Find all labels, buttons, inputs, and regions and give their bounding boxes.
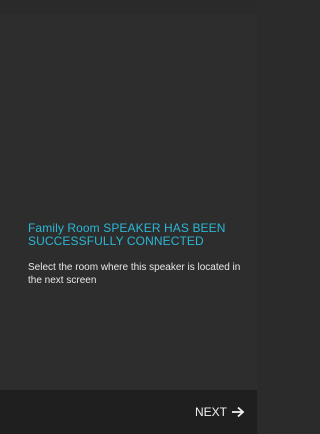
instruction-text: Select the room where this speaker is lo…: [28, 262, 241, 286]
next-button-label: NEXT: [194, 405, 227, 419]
footer-bar: NEXT: [0, 390, 257, 434]
next-button[interactable]: NEXT: [193, 400, 247, 424]
speaker-setup-screen: Family Room SPEAKER HAS BEEN SUCCESSFULL…: [0, 0, 257, 434]
connection-message: Family Room SPEAKER HAS BEEN SUCCESSFULL…: [28, 222, 244, 287]
success-headline: Family Room SPEAKER HAS BEEN SUCCESSFULL…: [28, 221, 226, 248]
arrow-right-icon: [231, 405, 245, 419]
status-bar: [0, 0, 257, 14]
